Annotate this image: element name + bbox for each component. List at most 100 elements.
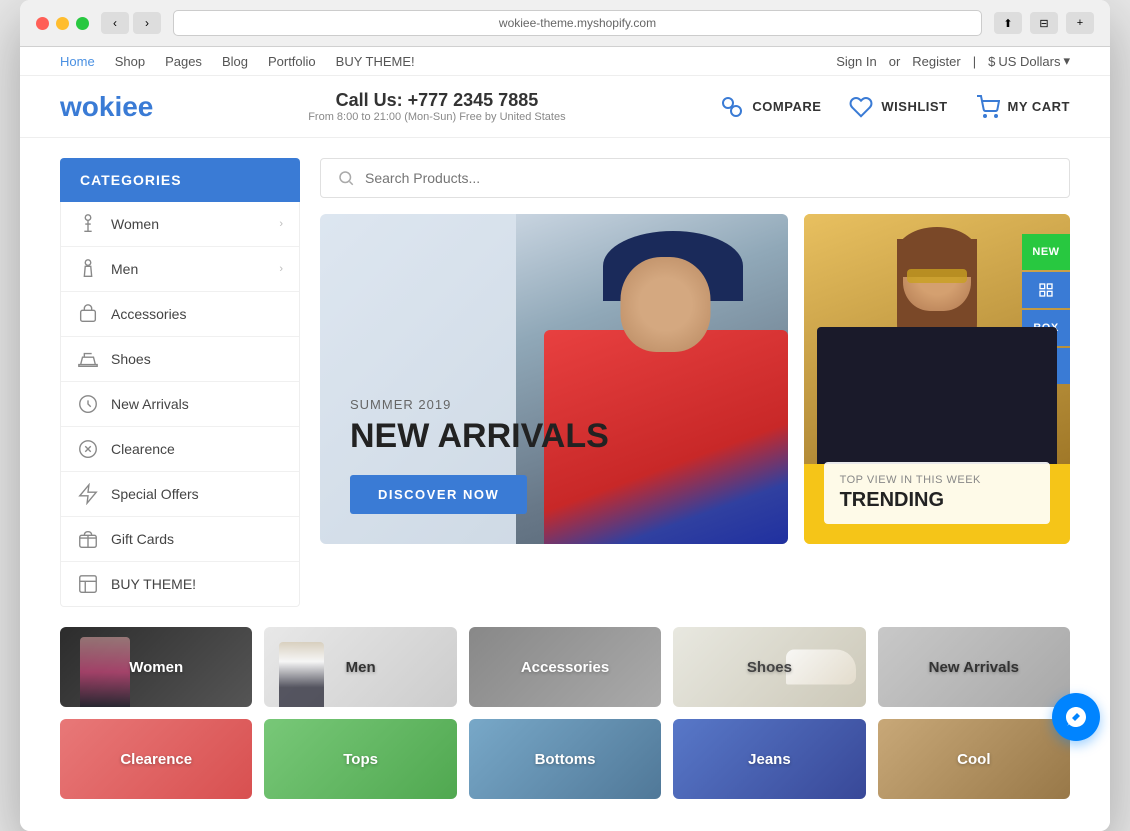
category-shoes[interactable]: Shoes <box>673 627 865 707</box>
signin-link[interactable]: Sign In <box>836 54 876 69</box>
top-nav: Home Shop Pages Blog Portfolio BUY THEME… <box>20 47 1110 76</box>
chat-bubble[interactable] <box>1052 693 1100 741</box>
maximize-button[interactable] <box>76 17 89 30</box>
sidebar-item-new-arrivals[interactable]: New Arrivals <box>61 382 299 427</box>
shoes-icon <box>77 348 99 370</box>
compare-icon <box>720 95 744 119</box>
hero-area: SUMMER 2019 NEW ARRIVALS DISCOVER NOW <box>320 158 1070 607</box>
hero-text: SUMMER 2019 NEW ARRIVALS DISCOVER NOW <box>350 397 758 514</box>
messenger-icon <box>1064 705 1088 729</box>
trending-text-box: TOP VIEW IN THIS WEEK TRENDING <box>824 462 1050 524</box>
nav-pages[interactable]: Pages <box>165 54 202 69</box>
sidebar-item-men[interactable]: Men › <box>61 247 299 292</box>
discover-now-button[interactable]: DISCOVER NOW <box>350 475 527 514</box>
top-nav-right: Sign In or Register | $ US Dollars ▾ <box>836 53 1070 69</box>
men-chevron-icon: › <box>279 263 283 275</box>
category-bottoms[interactable]: Bottoms <box>469 719 661 799</box>
cat-men-label: Men <box>346 659 376 676</box>
sidebar-special-offers-label: Special Offers <box>111 486 199 502</box>
cat-shoes-label: Shoes <box>747 659 792 676</box>
contact-sub: From 8:00 to 21:00 (Mon-Sun) Free by Uni… <box>308 111 565 123</box>
category-clearence[interactable]: Clearence <box>60 719 252 799</box>
nav-buy-theme[interactable]: BUY THEME! <box>336 54 415 69</box>
sidebar: CATEGORIES Women › <box>60 158 300 607</box>
new-tab-button[interactable]: + <box>1066 12 1094 34</box>
sidebar-item-gift-cards[interactable]: Gift Cards <box>61 517 299 562</box>
site-logo[interactable]: wokiee <box>60 91 153 123</box>
women-chevron-icon: › <box>279 218 283 230</box>
header: wokiee Call Us: +777 2345 7885 From 8:00… <box>20 76 1110 138</box>
header-contact: Call Us: +777 2345 7885 From 8:00 to 21:… <box>308 90 565 123</box>
search-input[interactable] <box>365 170 1053 186</box>
sidebar-item-buy-theme[interactable]: BUY THEME! <box>61 562 299 606</box>
sidebar-item-shoes[interactable]: Shoes <box>61 337 299 382</box>
traffic-lights <box>36 17 89 30</box>
tab-button[interactable]: ⊟ <box>1030 12 1058 34</box>
gift-cards-icon <box>77 528 99 550</box>
share-button[interactable]: ⬆ <box>994 12 1022 34</box>
nav-shop[interactable]: Shop <box>115 54 145 69</box>
forward-button[interactable]: › <box>133 12 161 34</box>
category-jeans[interactable]: Jeans <box>673 719 865 799</box>
nav-portfolio[interactable]: Portfolio <box>268 54 316 69</box>
clearence-icon <box>77 438 99 460</box>
cart-button[interactable]: MY CART <box>976 95 1070 119</box>
sidebar-clearence-label: Clearence <box>111 441 175 457</box>
hero-banners: SUMMER 2019 NEW ARRIVALS DISCOVER NOW <box>320 214 1070 544</box>
nav-home[interactable]: Home <box>60 54 95 69</box>
sidebar-item-clearence[interactable]: Clearence <box>61 427 299 472</box>
sidebar-gift-cards-label: Gift Cards <box>111 531 174 547</box>
men-icon <box>77 258 99 280</box>
site-content: Home Shop Pages Blog Portfolio BUY THEME… <box>20 47 1110 831</box>
category-row-2: Clearence Tops Bottoms Jeans Cool <box>60 719 1070 799</box>
women-icon <box>77 213 99 235</box>
trending-title: TRENDING <box>840 489 1034 512</box>
category-men[interactable]: Men <box>264 627 456 707</box>
minimize-button[interactable] <box>56 17 69 30</box>
register-link[interactable]: Register <box>912 54 960 69</box>
browser-window: ‹ › wokiee-theme.myshopify.com ⬆ ⊟ + Hom… <box>20 0 1110 831</box>
search-icon <box>337 169 355 187</box>
cat-clearence-label: Clearence <box>120 751 192 768</box>
category-tops[interactable]: Tops <box>264 719 456 799</box>
browser-actions: ⬆ ⊟ + <box>994 12 1094 34</box>
accessories-icon <box>77 303 99 325</box>
cat-tops-label: Tops <box>343 751 378 768</box>
back-button[interactable]: ‹ <box>101 12 129 34</box>
sidebar-item-accessories[interactable]: Accessories <box>61 292 299 337</box>
category-row-1: Women Men Accessories Shoes <box>60 627 1070 707</box>
face <box>620 257 710 352</box>
cat-jeans-label: Jeans <box>748 751 791 768</box>
compare-button[interactable]: COMPARE <box>720 95 821 119</box>
sidebar-item-women[interactable]: Women › <box>61 202 299 247</box>
category-new-arrivals[interactable]: New Arrivals <box>878 627 1070 707</box>
contact-number: Call Us: +777 2345 7885 <box>308 90 565 111</box>
sidebar-item-special-offers[interactable]: Special Offers <box>61 472 299 517</box>
grid-icon <box>1038 282 1054 298</box>
currency-selector[interactable]: $ US Dollars ▾ <box>988 53 1070 69</box>
compare-label: COMPARE <box>752 99 821 114</box>
sidebar-accessories-label: Accessories <box>111 306 186 322</box>
sidebar-menu: Women › Men › <box>60 202 300 607</box>
cat-women-label: Women <box>129 659 183 676</box>
box-icon-side-button[interactable] <box>1022 272 1070 308</box>
browser-titlebar: ‹ › wokiee-theme.myshopify.com ⬆ ⊟ + <box>20 0 1110 47</box>
category-cool[interactable]: Cool <box>878 719 1070 799</box>
special-offers-icon <box>77 483 99 505</box>
sidebar-new-arrivals-label: New Arrivals <box>111 396 189 412</box>
new-side-button[interactable]: NEW <box>1022 234 1070 270</box>
wishlist-button[interactable]: WISHLIST <box>849 95 947 119</box>
hero-title: NEW ARRIVALS <box>350 418 758 455</box>
sidebar-women-label: Women <box>111 216 159 232</box>
wishlist-label: WISHLIST <box>881 99 947 114</box>
close-button[interactable] <box>36 17 49 30</box>
nav-buttons: ‹ › <box>101 12 161 34</box>
hero-subtitle: SUMMER 2019 <box>350 397 758 412</box>
category-women[interactable]: Women <box>60 627 252 707</box>
nav-blog[interactable]: Blog <box>222 54 248 69</box>
main-layout: CATEGORIES Women › <box>20 138 1110 627</box>
category-accessories[interactable]: Accessories <box>469 627 661 707</box>
sidebar-shoes-label: Shoes <box>111 351 151 367</box>
address-bar[interactable]: wokiee-theme.myshopify.com <box>173 10 982 36</box>
trending-subtitle: TOP VIEW IN THIS WEEK <box>840 474 1034 486</box>
